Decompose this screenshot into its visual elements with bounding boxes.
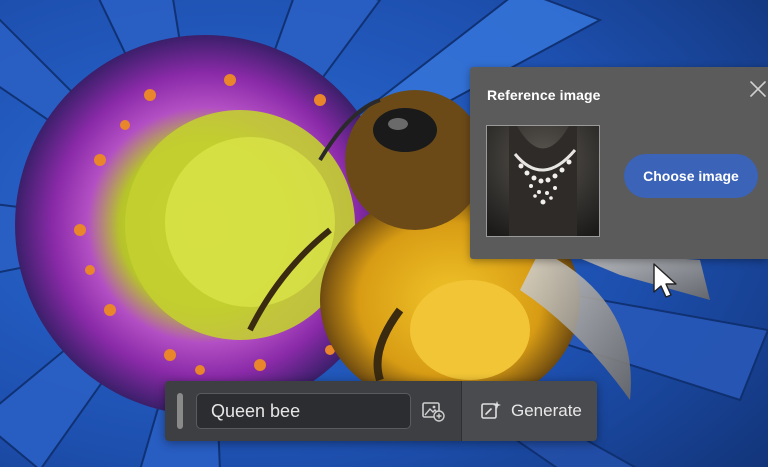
generate-label: Generate <box>511 401 582 420</box>
add-reference-image-button[interactable] <box>417 395 449 427</box>
image-add-icon <box>422 402 445 422</box>
generate-button[interactable]: Generate <box>479 395 591 427</box>
mouse-pointer-icon <box>653 263 677 298</box>
necklace-photo-icon <box>487 126 599 236</box>
drag-handle[interactable] <box>177 393 183 429</box>
reference-thumbnail[interactable] <box>486 125 600 237</box>
prompt-input[interactable] <box>196 393 411 429</box>
prompt-toolbar: Generate <box>165 381 597 441</box>
choose-image-button[interactable]: Choose image <box>624 154 758 198</box>
sparkle-generate-icon <box>481 401 501 419</box>
reference-panel-title: Reference image <box>487 87 601 103</box>
reference-image-panel: Reference image Choose image <box>470 67 768 259</box>
close-icon[interactable] <box>748 79 768 99</box>
